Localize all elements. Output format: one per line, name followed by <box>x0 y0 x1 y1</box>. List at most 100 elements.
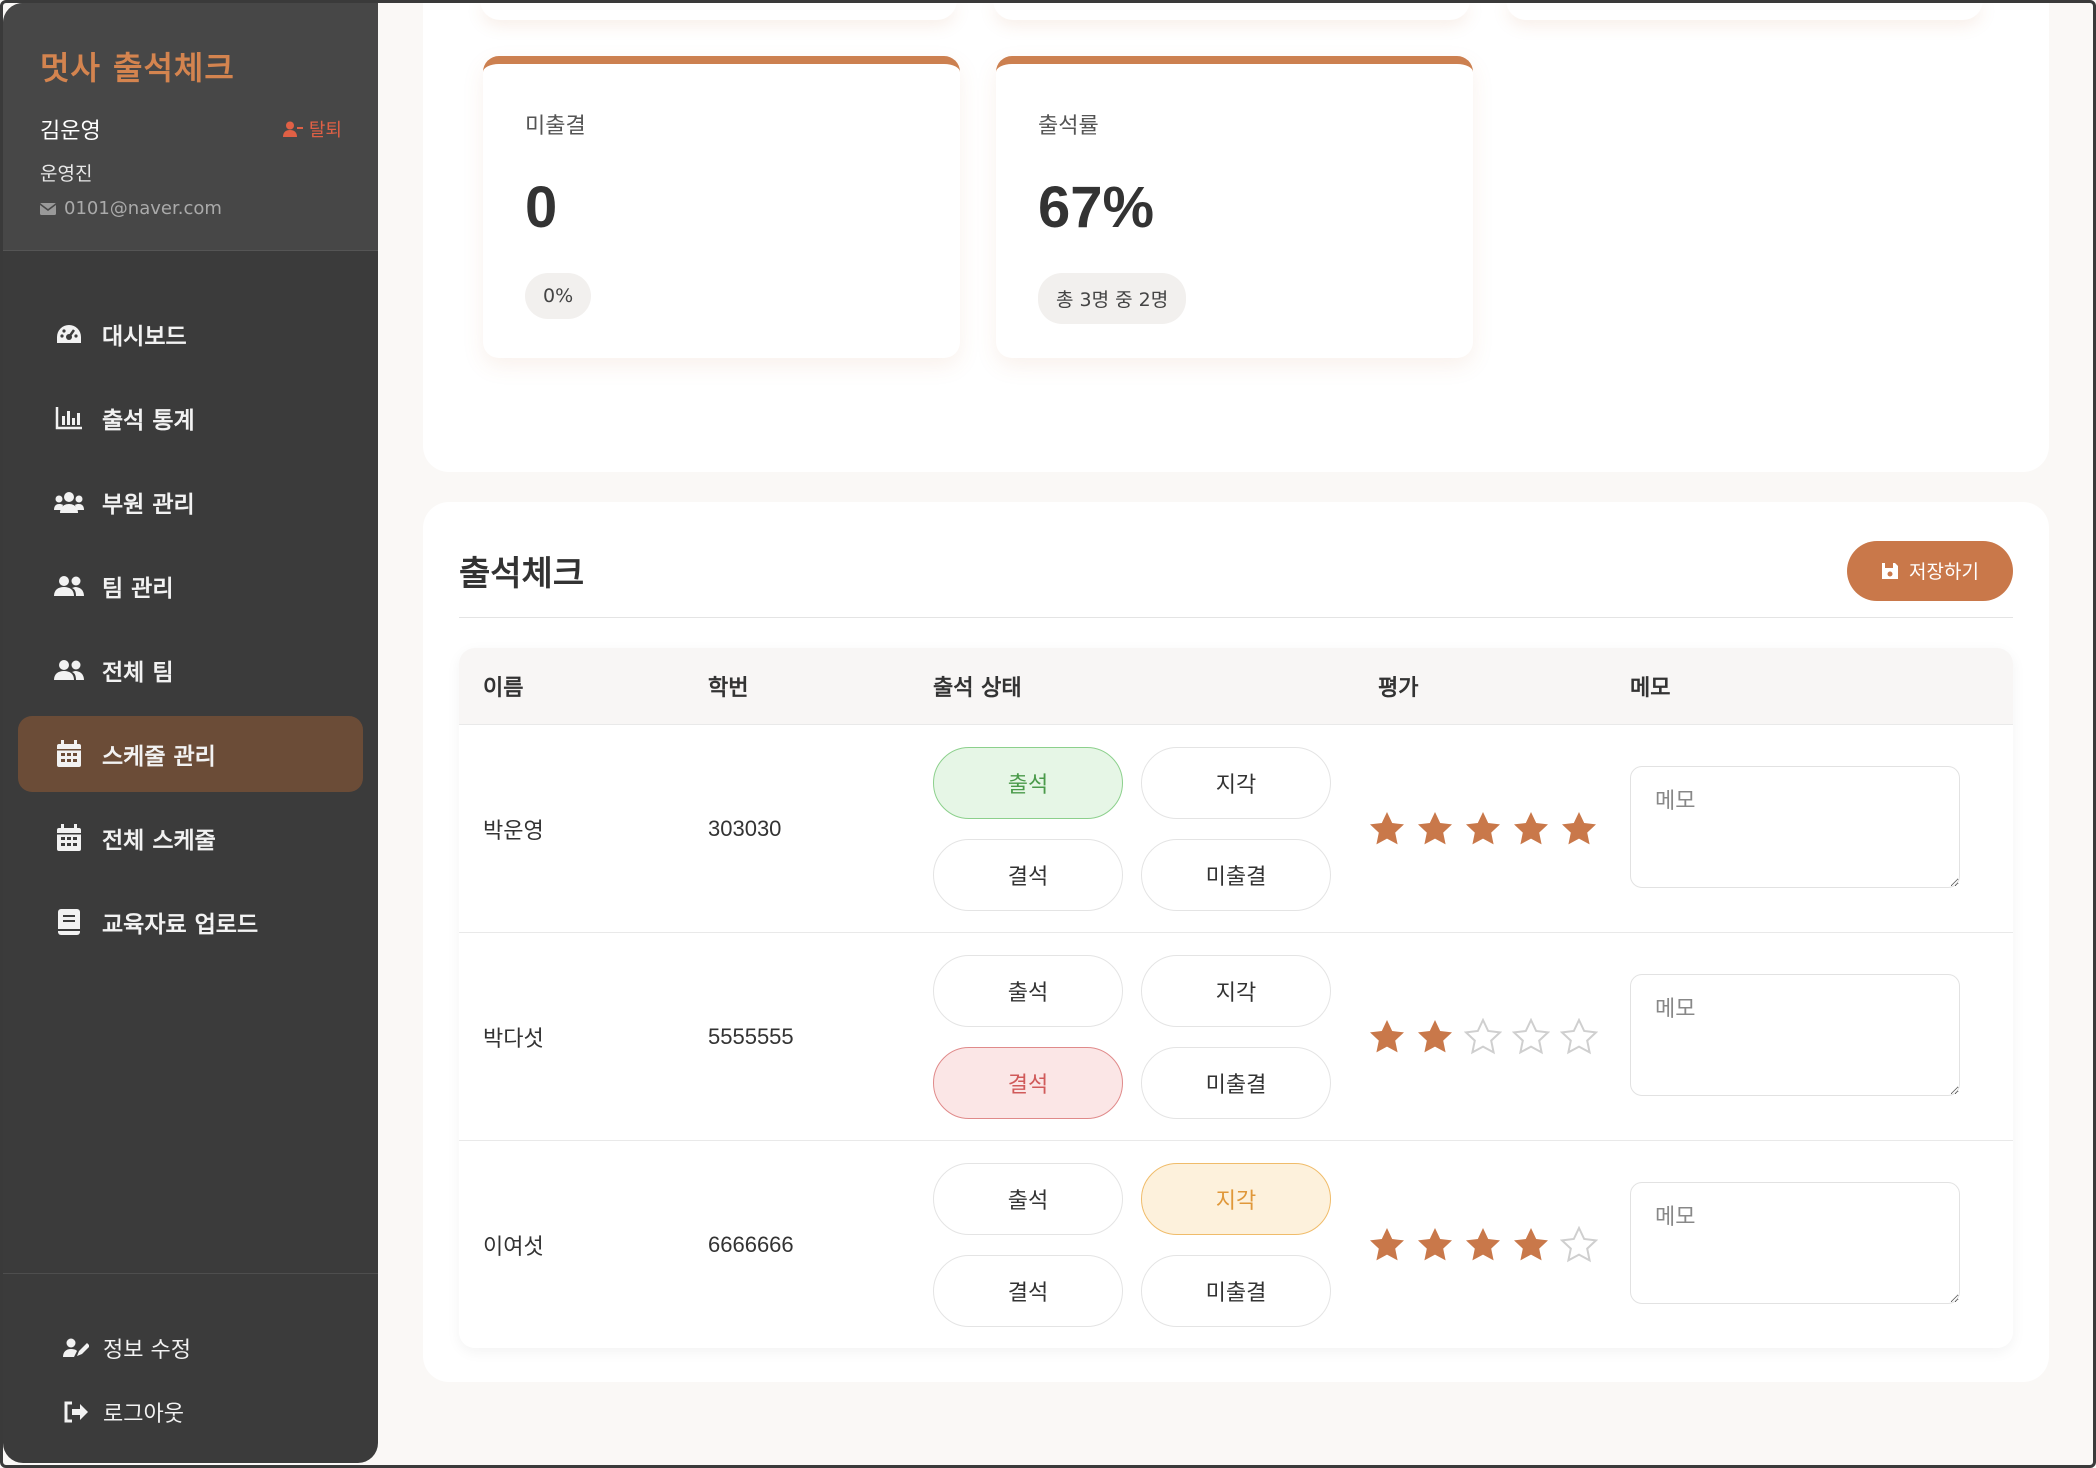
stat-pill: 0% <box>525 273 592 319</box>
stat-card-unchecked: 미출결 0 0% <box>483 56 960 358</box>
sidebar-item-label: 전체 팀 <box>102 660 174 686</box>
stat-card-partial <box>480 0 957 20</box>
member-student-id: 303030 <box>708 815 782 841</box>
sidebar-item-schedule-manage[interactable]: 스케줄 관리 <box>18 716 363 792</box>
sidebar-item-dashboard[interactable]: 대시보드 <box>18 296 363 372</box>
memo-input[interactable] <box>1630 765 1960 888</box>
star-empty-icon[interactable] <box>1560 1017 1598 1056</box>
memo-cell <box>1630 973 2013 1100</box>
sidebar-item-members[interactable]: 부원 관리 <box>18 464 363 540</box>
sidebar-item-label: 대시보드 <box>102 324 187 350</box>
sidebar-item-upload-materials[interactable]: 교육자료 업로드 <box>18 884 363 960</box>
star-filled-icon[interactable] <box>1464 810 1502 848</box>
withdraw-button[interactable]: 탈퇴 <box>282 116 342 142</box>
member-name: 이여섯 <box>483 1234 544 1260</box>
memo-input[interactable] <box>1630 973 1960 1096</box>
logout-button[interactable]: 로그아웃 <box>3 1380 378 1444</box>
envelope-icon <box>40 202 56 215</box>
user-row: 김운영 탈퇴 <box>40 113 342 145</box>
status-late-button[interactable]: 지각 <box>1141 1162 1331 1235</box>
user-name: 김운영 <box>40 119 101 144</box>
col-header-name: 이름 <box>483 676 524 701</box>
logout-label: 로그아웃 <box>103 1402 184 1427</box>
sidebar-nav: 대시보드 출석 통계 부원 관리 팀 관리 전체 팀 스케줄 관리 전체 스케줄… <box>3 251 378 960</box>
star-filled-icon[interactable] <box>1416 1226 1454 1264</box>
col-header-status: 출석 상태 <box>933 676 1022 701</box>
status-absent-button[interactable]: 결석 <box>933 1046 1123 1119</box>
table-header: 이름 학번 출석 상태 평가 메모 <box>459 648 2013 724</box>
status-absent-button[interactable]: 결석 <box>933 838 1123 911</box>
member-name: 박다섯 <box>483 1026 544 1052</box>
sidebar: 멋사 출석체크 김운영 탈퇴 운영진 0101@naver.com 대시보드 출… <box>3 3 378 1463</box>
status-none-button[interactable]: 미출결 <box>1141 1046 1331 1119</box>
status-options: 출석 지각 결석 미출결 <box>933 1162 1354 1327</box>
col-header-memo: 메모 <box>1630 676 1671 701</box>
sidebar-item-all-schedules[interactable]: 전체 스케줄 <box>18 800 363 876</box>
rating-cell <box>1354 1017 1630 1056</box>
user-minus-icon <box>282 121 303 137</box>
star-filled-icon[interactable] <box>1464 1226 1502 1264</box>
memo-cell <box>1630 1181 2013 1308</box>
star-filled-icon[interactable] <box>1368 810 1406 848</box>
star-rating <box>1368 1225 1630 1264</box>
star-filled-icon[interactable] <box>1368 1226 1406 1264</box>
stats-panel: 미출결 0 0% 출석률 67% 총 3명 중 2명 <box>423 0 2049 472</box>
stat-value: 67% <box>1038 175 1155 240</box>
status-options: 출석 지각 결석 미출결 <box>933 746 1354 911</box>
memo-input[interactable] <box>1630 1181 1960 1304</box>
save-label: 저장하기 <box>1909 561 1979 583</box>
status-present-button[interactable]: 출석 <box>933 1162 1123 1235</box>
sidebar-item-all-teams[interactable]: 전체 팀 <box>18 632 363 708</box>
withdraw-label: 탈퇴 <box>308 120 342 141</box>
sidebar-item-attendance-stats[interactable]: 출석 통계 <box>18 380 363 456</box>
sidebar-footer: 정보 수정 로그아웃 <box>3 1273 378 1463</box>
member-name: 박운영 <box>483 818 544 844</box>
stat-card-attendance-rate: 출석률 67% 총 3명 중 2명 <box>996 56 1473 358</box>
team-icon <box>54 571 84 601</box>
save-button[interactable]: 저장하기 <box>1847 540 2013 601</box>
attendance-table: 이름 학번 출석 상태 평가 메모 박운영303030출석지각결석미출결박다섯5… <box>459 648 2013 1348</box>
user-email: 0101@naver.com <box>40 198 342 219</box>
team-icon <box>54 655 84 685</box>
stat-card-partial <box>993 0 1470 20</box>
sidebar-item-label: 부원 관리 <box>102 492 195 518</box>
table-body: 박운영303030출석지각결석미출결박다섯5555555출석지각결석미출결이여섯… <box>459 724 2013 1348</box>
user-role: 운영진 <box>40 163 93 185</box>
dashboard-icon <box>54 319 84 349</box>
status-none-button[interactable]: 미출결 <box>1141 838 1331 911</box>
star-empty-icon[interactable] <box>1512 1017 1550 1056</box>
table-row: 이여섯 6666666 출석 지각 결석 미출결 <box>459 1140 2013 1348</box>
calendar-icon <box>54 823 84 853</box>
user-edit-icon <box>63 1338 89 1357</box>
edit-profile-button[interactable]: 정보 수정 <box>3 1316 378 1380</box>
app-brand: 멋사 출석체크 <box>40 49 235 87</box>
users-icon <box>54 487 84 517</box>
edit-profile-label: 정보 수정 <box>103 1338 191 1363</box>
sidebar-item-label: 스케줄 관리 <box>102 744 216 770</box>
star-filled-icon[interactable] <box>1416 1018 1454 1056</box>
star-filled-icon[interactable] <box>1416 810 1454 848</box>
status-present-button[interactable]: 출석 <box>933 746 1123 819</box>
star-filled-icon[interactable] <box>1368 1018 1406 1056</box>
status-none-button[interactable]: 미출결 <box>1141 1254 1331 1327</box>
status-present-button[interactable]: 출석 <box>933 954 1123 1027</box>
stat-value: 0 <box>525 175 558 240</box>
star-empty-icon[interactable] <box>1464 1017 1502 1056</box>
sidebar-item-label: 교육자료 업로드 <box>102 912 259 938</box>
sidebar-item-team-manage[interactable]: 팀 관리 <box>18 548 363 624</box>
status-late-button[interactable]: 지각 <box>1141 954 1331 1027</box>
star-filled-icon[interactable] <box>1512 810 1550 848</box>
table-row: 박운영 303030 출석 지각 결석 미출결 <box>459 724 2013 932</box>
stat-label: 출석률 <box>1038 114 1099 139</box>
star-filled-icon[interactable] <box>1560 810 1598 848</box>
status-late-button[interactable]: 지각 <box>1141 746 1331 819</box>
attendance-panel: 출석체크 저장하기 이름 학번 출석 상태 평가 메모 박운영 303030 출석 지… <box>423 502 2049 1382</box>
star-empty-icon[interactable] <box>1560 1225 1598 1264</box>
floppy-disk-icon <box>1882 562 1899 579</box>
star-filled-icon[interactable] <box>1512 1226 1550 1264</box>
stat-label: 미출결 <box>525 114 586 139</box>
status-options: 출석 지각 결석 미출결 <box>933 954 1354 1119</box>
sidebar-item-label: 전체 스케줄 <box>102 828 216 854</box>
member-student-id: 5555555 <box>708 1023 794 1049</box>
status-absent-button[interactable]: 결석 <box>933 1254 1123 1327</box>
